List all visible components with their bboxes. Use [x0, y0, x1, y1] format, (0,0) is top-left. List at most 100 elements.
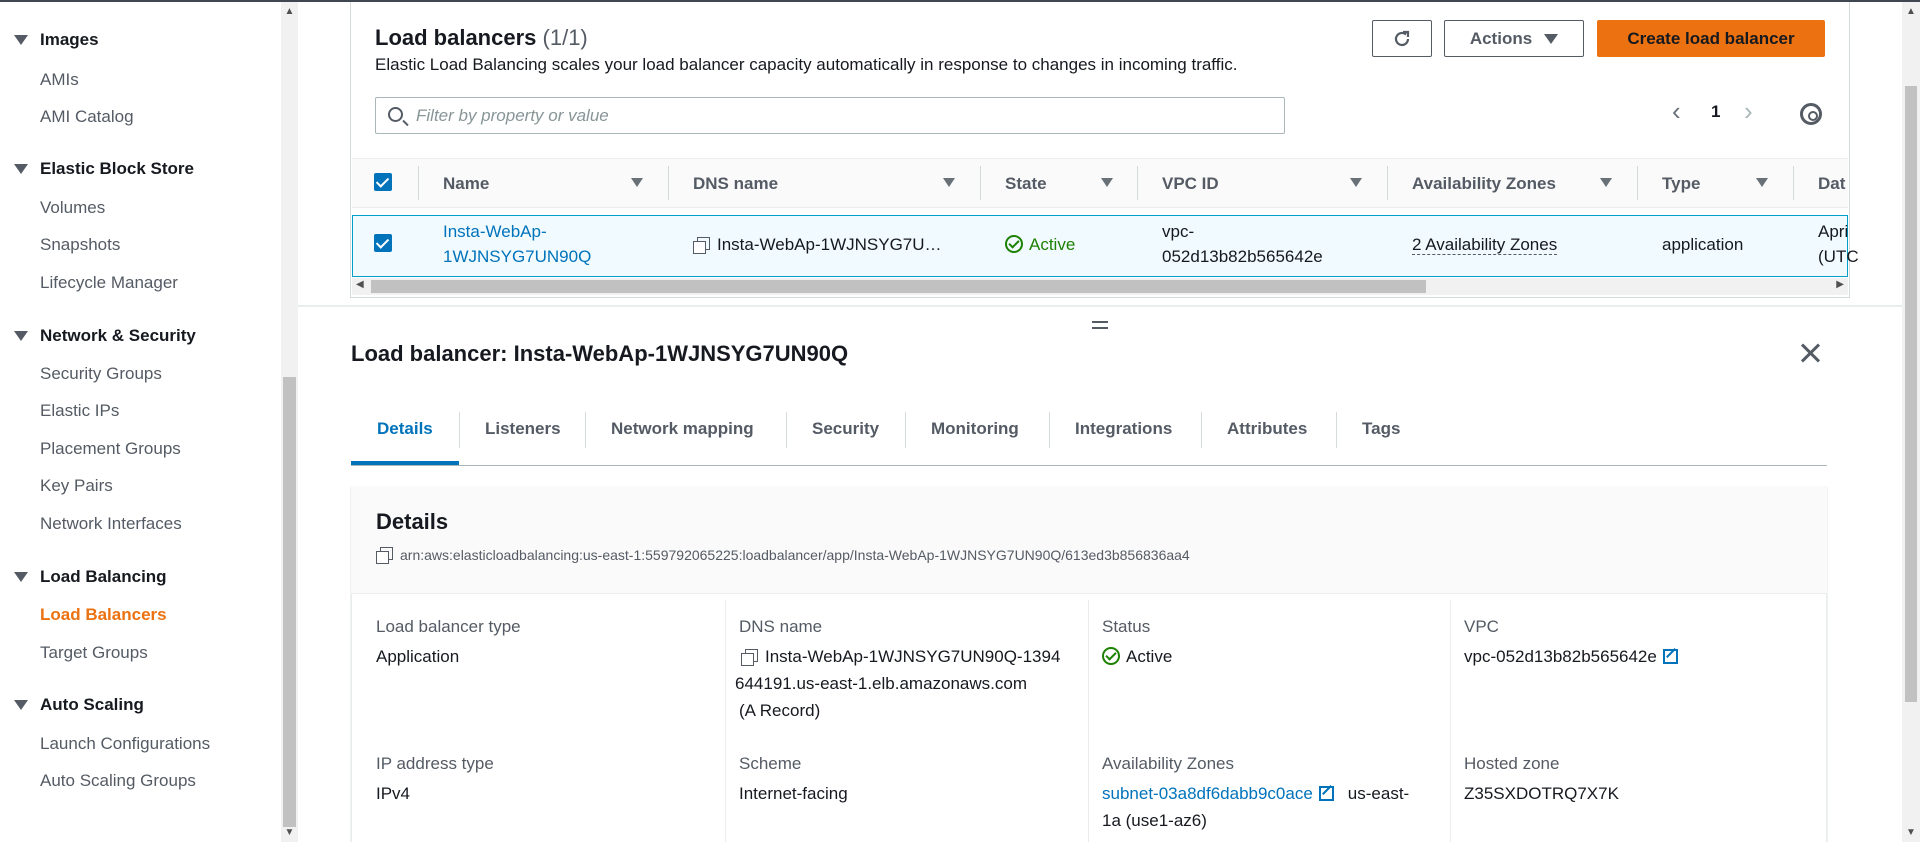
- column-header-type[interactable]: Type: [1662, 174, 1700, 194]
- tab-listeners[interactable]: Listeners: [485, 419, 561, 439]
- lb-name-link[interactable]: Insta-WebAp- 1WJNSYG7UN90Q: [443, 219, 591, 269]
- sidebar-item-load-balancers[interactable]: Load Balancers: [40, 605, 167, 625]
- filter-placeholder: Filter by property or value: [416, 105, 609, 125]
- sidebar-item-elastic-ips[interactable]: Elastic IPs: [40, 401, 119, 421]
- column-divider: [725, 600, 726, 842]
- column-header-dns[interactable]: DNS name: [693, 174, 778, 194]
- sidebar-item-ami-catalog[interactable]: AMI Catalog: [40, 107, 134, 127]
- column-divider: [1387, 166, 1388, 200]
- panel-description: Elastic Load Balancing scales your load …: [375, 55, 1238, 74]
- selection-count: (1/1): [542, 25, 588, 50]
- column-header-state[interactable]: State: [1005, 174, 1047, 194]
- section-load-balancing[interactable]: Load Balancing: [14, 567, 167, 587]
- dns-cell: Insta-WebAp-1WJNSYG7U…: [693, 232, 942, 257]
- sidebar: Images AMIs AMI Catalog Elastic Block St…: [0, 2, 282, 842]
- column-header-vpc-id[interactable]: VPC ID: [1162, 174, 1219, 194]
- details-card-title: Details: [376, 509, 449, 534]
- vpc-cell: vpc- 052d13b82b565642e: [1162, 222, 1323, 266]
- copy-icon[interactable]: [376, 547, 393, 564]
- scroll-right-icon[interactable]: ▶: [1836, 279, 1844, 290]
- refresh-button[interactable]: [1372, 20, 1432, 57]
- external-link-icon[interactable]: [1662, 649, 1678, 664]
- scroll-left-icon[interactable]: ◀: [356, 279, 364, 290]
- vpc-link[interactable]: vpc-052d13b82b565642e: [1464, 643, 1678, 670]
- table-horizontal-scrollbar[interactable]: ◀ ▶: [352, 278, 1848, 295]
- sidebar-item-auto-scaling-groups[interactable]: Auto Scaling Groups: [40, 771, 196, 791]
- scrollbar-thumb[interactable]: [371, 280, 1426, 293]
- copy-icon[interactable]: [693, 237, 710, 254]
- hosted-zone-value: Z35SXDOTRQ7X7K: [1464, 784, 1619, 803]
- section-auto-scaling[interactable]: Auto Scaling: [14, 695, 144, 715]
- actions-button[interactable]: Actions: [1444, 20, 1584, 57]
- sort-icon[interactable]: [943, 178, 955, 187]
- scroll-down-icon[interactable]: ▼: [284, 827, 295, 838]
- sidebar-item-launch-configurations[interactable]: Launch Configurations: [40, 734, 210, 754]
- column-divider: [418, 166, 419, 200]
- availability-zones-cell[interactable]: 2 Availability Zones: [1412, 232, 1558, 257]
- next-page-icon[interactable]: ›: [1744, 96, 1753, 127]
- gear-icon[interactable]: [1800, 103, 1822, 125]
- status-success-icon: [1102, 647, 1120, 665]
- hosted-zone-label: Hosted zone: [1464, 754, 1560, 773]
- tab-details[interactable]: Details: [377, 419, 433, 439]
- sidebar-scrollbar[interactable]: ▲ ▼: [281, 2, 298, 842]
- status-label: Status: [1102, 617, 1151, 636]
- sidebar-item-key-pairs[interactable]: Key Pairs: [40, 476, 113, 496]
- external-link-icon[interactable]: [1318, 786, 1334, 801]
- tab-network-mapping[interactable]: Network mapping: [611, 419, 754, 439]
- scroll-up-icon[interactable]: ▲: [1906, 6, 1916, 17]
- close-icon[interactable]: [1800, 343, 1820, 363]
- column-divider: [1450, 600, 1451, 842]
- sidebar-item-snapshots[interactable]: Snapshots: [40, 235, 120, 255]
- sidebar-item-amis[interactable]: AMIs: [40, 70, 79, 90]
- copy-icon[interactable]: [741, 649, 758, 666]
- filter-input[interactable]: Filter by property or value: [375, 97, 1285, 134]
- tab-monitoring[interactable]: Monitoring: [931, 419, 1019, 439]
- resize-handle-icon[interactable]: [1092, 321, 1108, 329]
- main-scrollbar[interactable]: ▲ ▼: [1902, 2, 1920, 842]
- row-checkbox[interactable]: [374, 234, 392, 252]
- create-load-balancer-button[interactable]: Create load balancer: [1597, 20, 1825, 57]
- scrollbar-thumb[interactable]: [283, 377, 296, 827]
- sort-icon[interactable]: [1101, 178, 1113, 187]
- section-network-security[interactable]: Network & Security: [14, 326, 196, 346]
- column-header-name[interactable]: Name: [443, 174, 489, 194]
- column-divider: [1137, 166, 1138, 200]
- vpc-label: VPC: [1464, 617, 1499, 636]
- sidebar-item-lifecycle-manager[interactable]: Lifecycle Manager: [40, 273, 178, 293]
- search-icon: [388, 107, 403, 122]
- sidebar-item-network-interfaces[interactable]: Network Interfaces: [40, 514, 182, 534]
- tab-security[interactable]: Security: [812, 419, 879, 439]
- subnet-link[interactable]: subnet-03a8df6dabb9c0ace: [1102, 784, 1313, 803]
- previous-page-icon[interactable]: ‹: [1672, 96, 1681, 127]
- column-divider: [1793, 166, 1794, 200]
- tab-attributes[interactable]: Attributes: [1227, 419, 1307, 439]
- tab-integrations[interactable]: Integrations: [1075, 419, 1172, 439]
- select-all-checkbox[interactable]: [374, 173, 392, 191]
- page-number[interactable]: 1: [1711, 102, 1720, 122]
- sort-icon[interactable]: [1600, 178, 1612, 187]
- tab-divider: [1201, 412, 1202, 448]
- column-header-availability-zones[interactable]: Availability Zones: [1412, 174, 1556, 194]
- section-elastic-block-store[interactable]: Elastic Block Store: [14, 159, 194, 179]
- column-header-date[interactable]: Dat: [1818, 174, 1845, 194]
- status-value: Active: [1102, 643, 1172, 670]
- sidebar-item-placement-groups[interactable]: Placement Groups: [40, 439, 181, 459]
- section-images[interactable]: Images: [14, 30, 99, 50]
- tab-divider: [786, 412, 787, 448]
- scrollbar-thumb[interactable]: [1905, 86, 1917, 702]
- sidebar-item-target-groups[interactable]: Target Groups: [40, 643, 148, 663]
- tab-tags[interactable]: Tags: [1362, 419, 1400, 439]
- ip-address-type-value: IPv4: [376, 784, 411, 803]
- scheme-label: Scheme: [739, 754, 802, 773]
- arn-value: arn:aws:elasticloadbalancing:us-east-1:5…: [376, 547, 1190, 564]
- sort-icon[interactable]: [1756, 178, 1768, 187]
- sidebar-item-volumes[interactable]: Volumes: [40, 198, 105, 218]
- sidebar-item-security-groups[interactable]: Security Groups: [40, 364, 162, 384]
- tab-divider: [459, 412, 460, 448]
- scroll-up-icon[interactable]: ▲: [284, 6, 295, 17]
- sort-icon[interactable]: [1350, 178, 1362, 187]
- tab-divider: [1049, 412, 1050, 448]
- scroll-down-icon[interactable]: ▼: [1906, 827, 1916, 838]
- sort-icon[interactable]: [631, 178, 643, 187]
